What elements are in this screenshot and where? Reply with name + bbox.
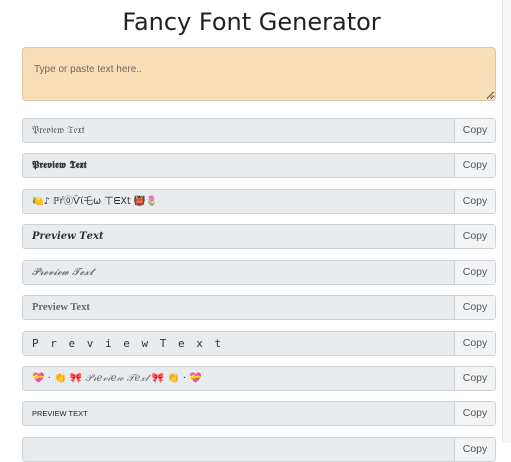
copy-button[interactable]: Copy: [454, 154, 495, 177]
page-scrollbar[interactable]: [502, 0, 511, 443]
preview-text[interactable]: 𝕻𝖗𝖊𝖛𝖎𝖊𝖜 𝕿𝖊𝖝𝖙: [23, 154, 454, 177]
text-input[interactable]: [22, 47, 496, 101]
copy-button[interactable]: Copy: [454, 261, 495, 284]
preview-text[interactable]: 𝔓𝔯𝔢𝔳𝔦𝔢𝔴 𝔗𝔢𝔵𝔱: [23, 119, 454, 142]
font-row: PREVIEW TEXT Copy: [22, 401, 496, 426]
font-row: Copy: [22, 437, 496, 462]
font-row: 𝕻𝖗𝖊𝖛𝖎𝖊𝖜 𝕿𝖊𝖝𝖙 Copy: [22, 153, 496, 178]
preview-text-core: 𝒫𝓇𝑒𝓋𝒾𝑒𝓌 𝒯𝑒𝓍𝓉: [85, 373, 149, 384]
preview-text[interactable]: 💝 · 👏 🎀 𝒫𝓇𝑒𝓋𝒾𝑒𝓌 𝒯𝑒𝓍𝓉 🎀 👏 · 💝: [23, 367, 454, 390]
copy-button[interactable]: Copy: [454, 438, 495, 461]
preview-text[interactable]: [23, 438, 454, 461]
font-row: P r e v i e w T e x t Copy: [22, 331, 496, 356]
copy-button[interactable]: Copy: [454, 332, 495, 355]
font-row: 💝 · 👏 🎀 𝒫𝓇𝑒𝓋𝒾𝑒𝓌 𝒯𝑒𝓍𝓉 🎀 👏 · 💝 Copy: [22, 366, 496, 391]
preview-text[interactable]: 𝑷𝒓𝒆𝒗𝒊𝒆𝒘 𝑻𝒆𝒙𝒕: [23, 225, 454, 248]
preview-suffix: 🎀 👏 · 💝: [148, 373, 202, 384]
font-row: 𝑷𝒓𝒆𝒗𝒊𝒆𝒘 𝑻𝒆𝒙𝒕 Copy: [22, 224, 496, 249]
font-row: 𝓟𝓻𝓮𝓿𝓲𝓮𝔀 𝓣𝓮𝔁𝓽 Copy: [22, 260, 496, 285]
copy-button[interactable]: Copy: [454, 367, 495, 390]
copy-button[interactable]: Copy: [454, 296, 495, 319]
preview-text[interactable]: P r e v i e w T e x t: [23, 332, 454, 355]
copy-button[interactable]: Copy: [454, 119, 495, 142]
copy-button[interactable]: Copy: [454, 190, 495, 213]
font-row: Preview Text Copy: [22, 295, 496, 320]
font-row: 𝔓𝔯𝔢𝔳𝔦𝔢𝔴 𝔗𝔢𝔵𝔱 Copy: [22, 118, 496, 143]
preview-prefix: 💝 · 👏 🎀: [32, 373, 86, 384]
preview-text[interactable]: PREVIEW TEXT: [23, 402, 454, 425]
preview-text[interactable]: 𝓟𝓻𝓮𝓿𝓲𝓮𝔀 𝓣𝓮𝔁𝓽: [23, 261, 454, 284]
page-title: Fancy Font Generator: [122, 8, 381, 36]
font-row: 🍋♪ ℙŕ⓪Ѷί乇ω ㄒᗴXt 👹🌷 Copy: [22, 189, 496, 214]
preview-text[interactable]: 🍋♪ ℙŕ⓪Ѷί乇ω ㄒᗴXt 👹🌷: [23, 190, 454, 213]
copy-button[interactable]: Copy: [454, 402, 495, 425]
copy-button[interactable]: Copy: [454, 225, 495, 248]
preview-text[interactable]: Preview Text: [23, 296, 454, 319]
